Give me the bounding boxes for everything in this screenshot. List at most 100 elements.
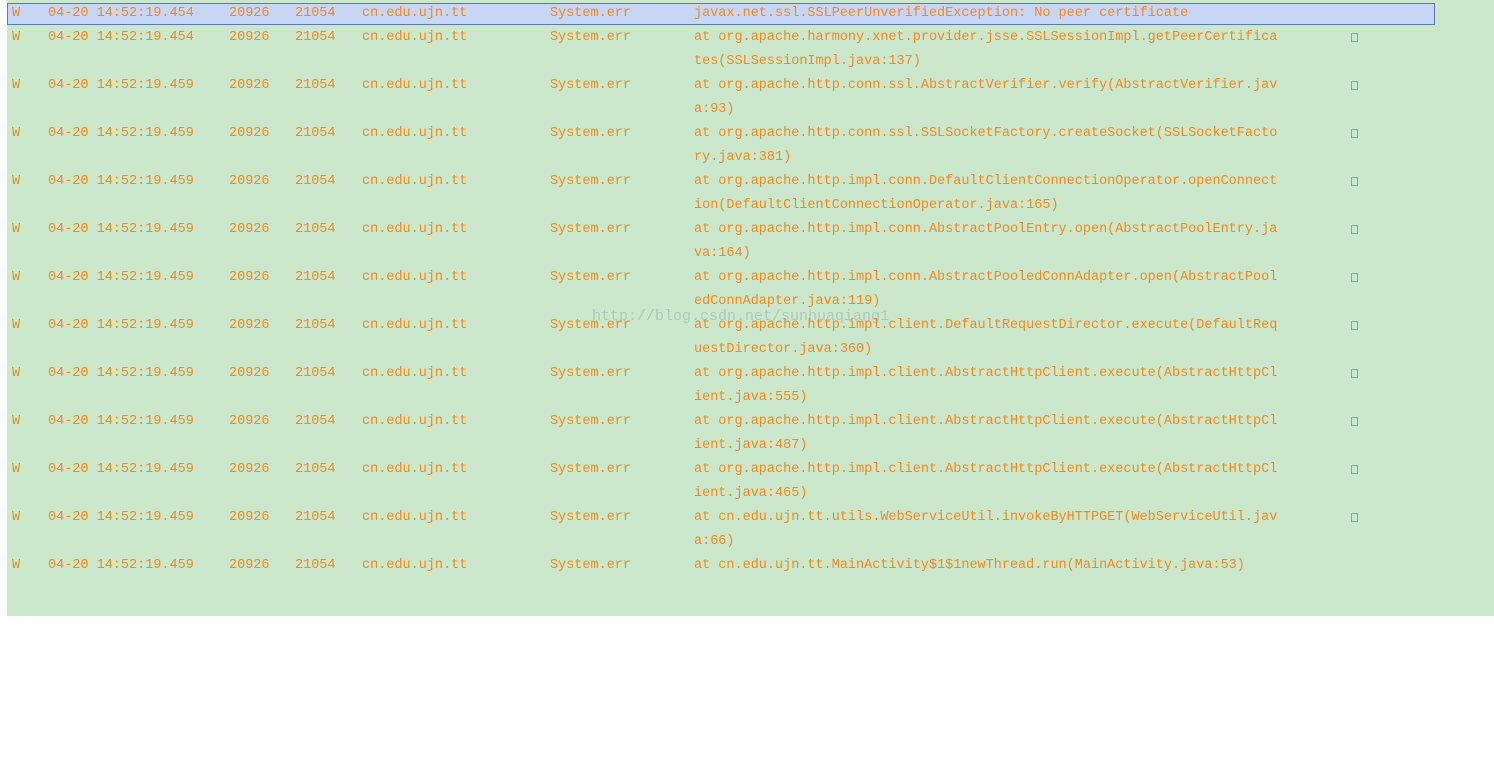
line-wrap-icon [1351, 465, 1358, 474]
log-application: cn.edu.ujn.tt [362, 78, 468, 93]
log-time: 04-20 14:52:19.459 [48, 366, 194, 381]
log-tag: System.err [550, 126, 632, 141]
log-tag: System.err [550, 270, 632, 285]
log-text: at cn.edu.ujn.tt.utils.WebServiceUtil.in… [694, 510, 1278, 525]
log-row[interactable]: W 04-20 14:52:19.459 20926 21054 cn.edu.… [7, 170, 1435, 194]
log-level: W [12, 270, 21, 285]
log-time: 04-20 14:52:19.459 [48, 414, 194, 429]
log-application: cn.edu.ujn.tt [362, 366, 468, 381]
log-application: cn.edu.ujn.tt [362, 558, 468, 573]
log-row[interactable]: W 04-20 14:52:19.459 20926 21054 cn.edu.… [7, 410, 1435, 434]
log-tid: 21054 [295, 510, 336, 525]
log-pid: 20926 [229, 6, 270, 21]
log-pid: 20926 [229, 414, 270, 429]
log-tag: System.err [550, 174, 632, 189]
log-row[interactable]: W 04-20 14:52:19.459 20926 21054 cn.edu.… [7, 506, 1435, 530]
log-text-continuation: uestDirector.java:360) [694, 342, 873, 357]
line-wrap-icon [1351, 321, 1358, 330]
log-time: 04-20 14:52:19.459 [48, 558, 194, 573]
log-row[interactable]: W 04-20 14:52:19.459 20926 21054 cn.edu.… [7, 554, 1435, 578]
log-text: at org.apache.http.impl.client.AbstractH… [694, 462, 1278, 477]
log-pid: 20926 [229, 366, 270, 381]
log-text: at cn.edu.ujn.tt.MainActivity$1$1newThre… [694, 558, 1245, 573]
log-text: at org.apache.harmony.xnet.provider.jsse… [694, 30, 1278, 45]
log-tid: 21054 [295, 558, 336, 573]
log-tid: 21054 [295, 462, 336, 477]
log-text: at org.apache.http.impl.conn.AbstractPoo… [694, 222, 1278, 237]
log-pid: 20926 [229, 30, 270, 45]
log-row[interactable]: W 04-20 14:52:19.459 20926 21054 cn.edu.… [7, 266, 1435, 290]
line-wrap-icon [1351, 177, 1358, 186]
log-row[interactable]: W 04-20 14:52:19.459 20926 21054 cn.edu.… [7, 122, 1435, 146]
log-row[interactable]: W 04-20 14:52:19.459 20926 21054 cn.edu.… [7, 458, 1435, 482]
log-tag: System.err [550, 78, 632, 93]
log-application: cn.edu.ujn.tt [362, 414, 468, 429]
log-text: at org.apache.http.impl.client.AbstractH… [694, 366, 1278, 381]
log-tid: 21054 [295, 222, 336, 237]
log-pid: 20926 [229, 270, 270, 285]
log-text-continuation: va:164) [694, 246, 751, 261]
log-pid: 20926 [229, 558, 270, 573]
log-text: at org.apache.http.impl.conn.AbstractPoo… [694, 270, 1278, 285]
log-text: at org.apache.http.conn.ssl.AbstractVeri… [694, 78, 1278, 93]
line-wrap-icon [1351, 81, 1358, 90]
line-wrap-icon [1351, 225, 1358, 234]
log-text: at org.apache.http.conn.ssl.SSLSocketFac… [694, 126, 1278, 141]
log-tid: 21054 [295, 30, 336, 45]
log-tag: System.err [550, 30, 632, 45]
log-tag: System.err [550, 414, 632, 429]
line-wrap-icon [1351, 273, 1358, 282]
log-text-continuation: ry.java:381) [694, 150, 792, 165]
log-application: cn.edu.ujn.tt [362, 30, 468, 45]
log-pid: 20926 [229, 462, 270, 477]
log-pid: 20926 [229, 318, 270, 333]
line-wrap-icon [1351, 417, 1358, 426]
log-time: 04-20 14:52:19.459 [48, 510, 194, 525]
log-pid: 20926 [229, 510, 270, 525]
log-text-continuation: ient.java:487) [694, 438, 808, 453]
log-tid: 21054 [295, 174, 336, 189]
log-tag: System.err [550, 222, 632, 237]
log-time: 04-20 14:52:19.454 [48, 30, 194, 45]
log-row[interactable]: W 04-20 14:52:19.454 20926 21054 cn.edu.… [7, 26, 1435, 50]
log-tag: System.err [550, 6, 632, 21]
log-level: W [12, 510, 21, 525]
log-application: cn.edu.ujn.tt [362, 462, 468, 477]
log-text-continuation: ion(DefaultClientConnectionOperator.java… [694, 198, 1059, 213]
log-tid: 21054 [295, 126, 336, 141]
log-tid: 21054 [295, 318, 336, 333]
log-time: 04-20 14:52:19.459 [48, 270, 194, 285]
log-tag: System.err [550, 462, 632, 477]
log-application: cn.edu.ujn.tt [362, 222, 468, 237]
log-level: W [12, 6, 21, 21]
log-text-continuation: ient.java:555) [694, 390, 808, 405]
log-pid: 20926 [229, 78, 270, 93]
log-pid: 20926 [229, 126, 270, 141]
log-level: W [12, 222, 21, 237]
log-tid: 21054 [295, 414, 336, 429]
log-application: cn.edu.ujn.tt [362, 174, 468, 189]
log-text: at org.apache.http.impl.conn.DefaultClie… [694, 174, 1278, 189]
log-row[interactable]: W 04-20 14:52:19.454 20926 21054 cn.edu.… [7, 3, 1435, 25]
log-pid: 20926 [229, 174, 270, 189]
watermark: http://blog.csdn.net/sunhuaqiang1 [592, 308, 890, 325]
log-application: cn.edu.ujn.tt [362, 126, 468, 141]
log-time: 04-20 14:52:19.459 [48, 318, 194, 333]
logcat-panel: W 04-20 14:52:19.454 20926 21054 cn.edu.… [7, 0, 1494, 616]
log-level: W [12, 126, 21, 141]
log-text: javax.net.ssl.SSLPeerUnverifiedException… [694, 6, 1189, 21]
log-pid: 20926 [229, 222, 270, 237]
log-row[interactable]: W 04-20 14:52:19.459 20926 21054 cn.edu.… [7, 362, 1435, 386]
log-time: 04-20 14:52:19.459 [48, 174, 194, 189]
log-level: W [12, 174, 21, 189]
log-tid: 21054 [295, 6, 336, 21]
log-row[interactable]: W 04-20 14:52:19.459 20926 21054 cn.edu.… [7, 74, 1435, 98]
log-application: cn.edu.ujn.tt [362, 270, 468, 285]
log-level: W [12, 558, 21, 573]
log-tag: System.err [550, 510, 632, 525]
log-row[interactable]: W 04-20 14:52:19.459 20926 21054 cn.edu.… [7, 218, 1435, 242]
log-time: 04-20 14:52:19.454 [48, 6, 194, 21]
line-wrap-icon [1351, 369, 1358, 378]
log-tid: 21054 [295, 270, 336, 285]
log-time: 04-20 14:52:19.459 [48, 222, 194, 237]
